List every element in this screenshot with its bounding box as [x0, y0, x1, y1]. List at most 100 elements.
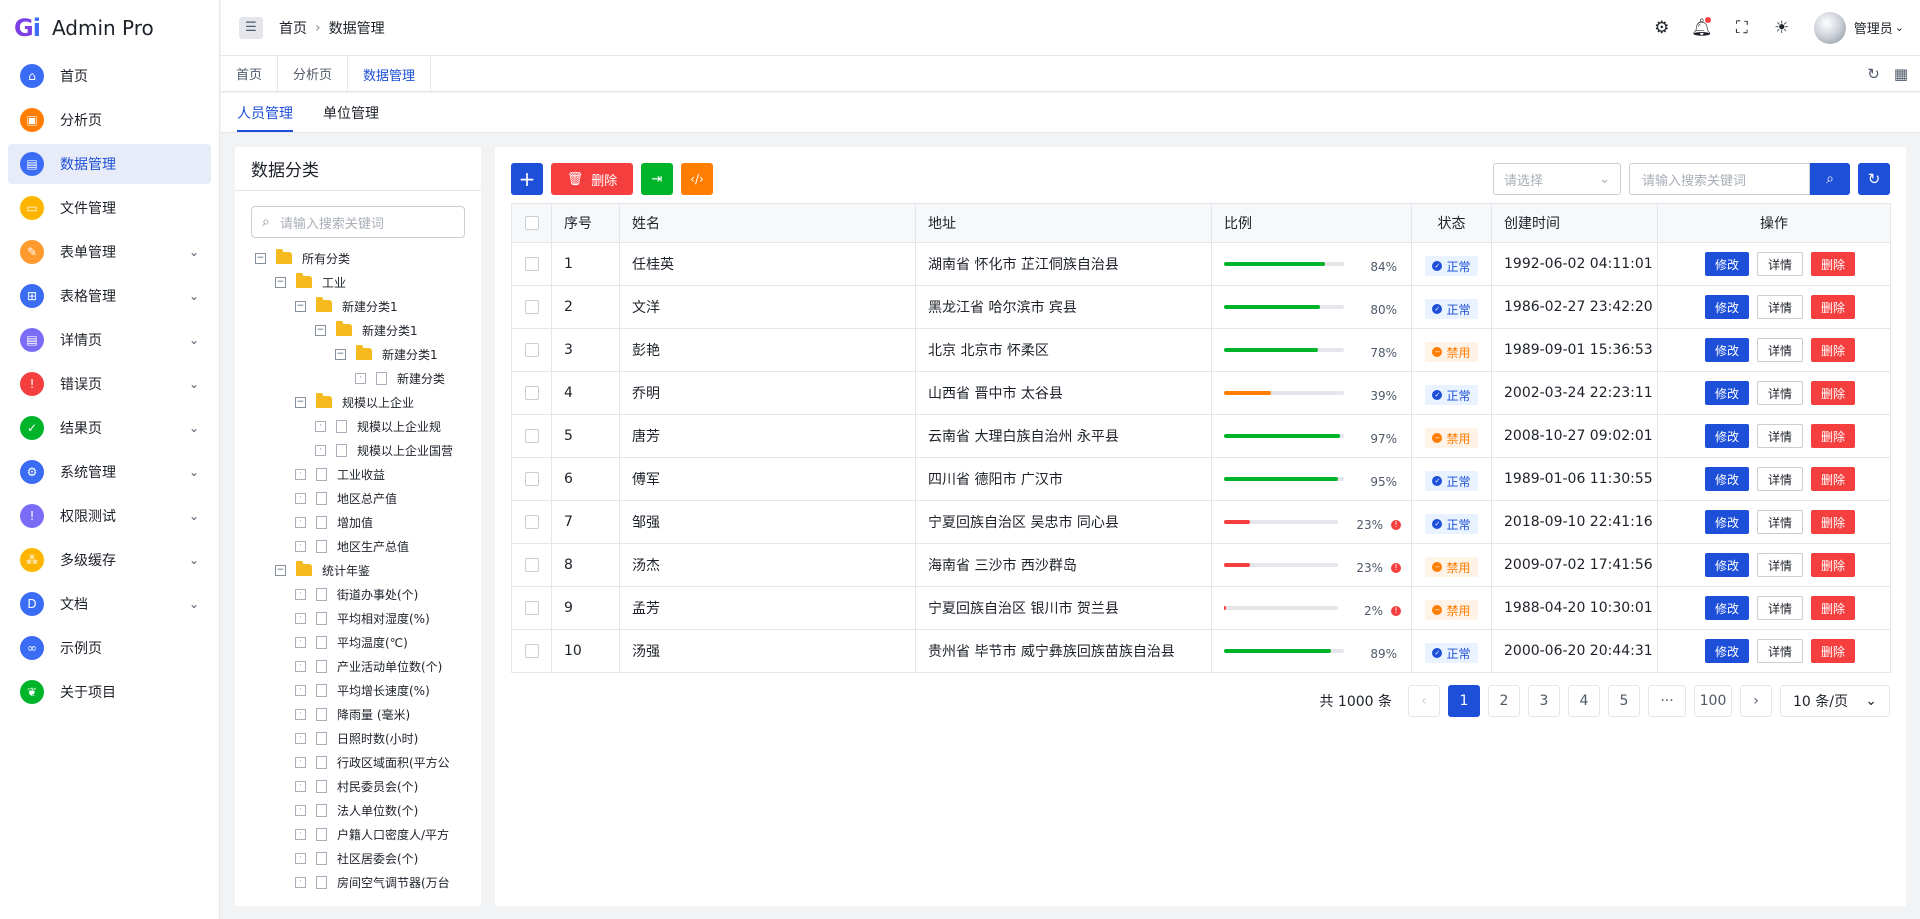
delete-button[interactable]: 删除 [1811, 338, 1855, 362]
page-button[interactable]: 3 [1528, 685, 1560, 717]
code-button[interactable]: ‹/› [681, 163, 713, 195]
collapse-toggle-icon[interactable]: − [335, 349, 346, 360]
export-button[interactable]: ⇥ [641, 163, 673, 195]
detail-button[interactable]: 详情 [1757, 381, 1803, 405]
sidebar-item-1[interactable]: ▣分析页 [8, 100, 211, 140]
page-button[interactable]: 5 [1608, 685, 1640, 717]
edit-button[interactable]: 修改 [1705, 252, 1749, 276]
checkbox[interactable] [525, 343, 539, 357]
detail-button[interactable]: 详情 [1757, 553, 1803, 577]
row-checkbox-cell[interactable] [512, 329, 552, 372]
tree-node[interactable]: ·平均温度(℃) [255, 630, 481, 654]
row-checkbox-cell[interactable] [512, 286, 552, 329]
detail-button[interactable]: 详情 [1757, 252, 1803, 276]
page-button[interactable]: 1 [1448, 685, 1480, 717]
delete-button[interactable]: 删除 [1811, 639, 1855, 663]
page-button[interactable]: 100 [1694, 685, 1732, 717]
app-logo[interactable]: Gi Admin Pro [0, 0, 219, 56]
sidebar-item-5[interactable]: ⊞表格管理⌄ [8, 276, 211, 316]
tree-node[interactable]: ·降雨量 (毫米) [255, 702, 481, 726]
tree-node[interactable]: −规模以上企业 [255, 390, 481, 414]
tree-node[interactable]: ·行政区域面积(平方公 [255, 750, 481, 774]
delete-button[interactable]: 删除 [1811, 381, 1855, 405]
edit-button[interactable]: 修改 [1705, 295, 1749, 319]
avatar[interactable] [1814, 12, 1846, 44]
collapse-toggle-icon[interactable]: − [275, 277, 286, 288]
edit-button[interactable]: 修改 [1705, 639, 1749, 663]
delete-button[interactable]: 删除 [1811, 553, 1855, 577]
checkbox[interactable] [525, 216, 539, 230]
detail-button[interactable]: 详情 [1757, 639, 1803, 663]
checkbox[interactable] [525, 300, 539, 314]
checkbox[interactable] [525, 429, 539, 443]
tree-node[interactable]: −新建分类1 [255, 342, 481, 366]
select-all-checkbox[interactable] [512, 204, 552, 243]
checkbox[interactable] [525, 558, 539, 572]
edit-button[interactable]: 修改 [1705, 381, 1749, 405]
edit-button[interactable]: 修改 [1705, 553, 1749, 577]
theme-toggle-icon[interactable]: ☀ [1762, 18, 1802, 38]
checkbox[interactable] [525, 472, 539, 486]
tree-node[interactable]: ·地区总产值 [255, 486, 481, 510]
collapse-toggle-icon[interactable]: − [295, 397, 306, 408]
delete-button[interactable]: 删除 [1811, 252, 1855, 276]
grid-icon[interactable]: ▦ [1894, 65, 1908, 83]
tree-node[interactable]: ·新建分类 [255, 366, 481, 390]
sidebar-item-11[interactable]: ⁂多级缓存⌄ [8, 540, 211, 580]
sub-tab-0[interactable]: 人员管理 [237, 93, 293, 132]
edit-button[interactable]: 修改 [1705, 424, 1749, 448]
tree-node[interactable]: ·街道办事处(个) [255, 582, 481, 606]
tree-node[interactable]: −所有分类 [255, 246, 481, 270]
row-checkbox-cell[interactable] [512, 630, 552, 673]
page-button[interactable]: 4 [1568, 685, 1600, 717]
detail-button[interactable]: 详情 [1757, 510, 1803, 534]
tree-node[interactable]: ·村民委员会(个) [255, 774, 481, 798]
tree-node[interactable]: ·日照时数(小时) [255, 726, 481, 750]
page-tab-1[interactable]: 分析页 [278, 56, 348, 91]
sidebar-item-4[interactable]: ✎表单管理⌄ [8, 232, 211, 272]
collapse-toggle-icon[interactable]: − [275, 565, 286, 576]
tree-node[interactable]: −统计年鉴 [255, 558, 481, 582]
search-input[interactable]: 请输入搜索关键词 [1629, 163, 1810, 195]
sidebar-item-7[interactable]: !错误页⌄ [8, 364, 211, 404]
tree-node[interactable]: ·平均增长速度(%) [255, 678, 481, 702]
sidebar-item-6[interactable]: ▤详情页⌄ [8, 320, 211, 360]
prev-page-button[interactable]: ‹ [1408, 685, 1440, 717]
tree-node[interactable]: ·房间空气调节器(万台 [255, 870, 481, 894]
checkbox[interactable] [525, 515, 539, 529]
edit-button[interactable]: 修改 [1705, 467, 1749, 491]
delete-button[interactable]: 删除 [1811, 295, 1855, 319]
menu-collapse-icon[interactable]: ☰ [239, 17, 263, 39]
row-checkbox-cell[interactable] [512, 587, 552, 630]
checkbox[interactable] [525, 601, 539, 615]
next-page-button[interactable]: › [1740, 685, 1772, 717]
tree-node[interactable]: ·增加值 [255, 510, 481, 534]
fullscreen-icon[interactable]: ⛶ [1722, 18, 1762, 38]
delete-button[interactable]: 删除 [1811, 596, 1855, 620]
detail-button[interactable]: 详情 [1757, 424, 1803, 448]
edit-button[interactable]: 修改 [1705, 596, 1749, 620]
tree-node[interactable]: −工业 [255, 270, 481, 294]
chevron-down-icon[interactable]: ⌄ [1895, 21, 1904, 34]
detail-button[interactable]: 详情 [1757, 596, 1803, 620]
sidebar-item-14[interactable]: ❦关于项目 [8, 672, 211, 712]
settings-icon[interactable]: ⚙ [1642, 18, 1682, 38]
checkbox[interactable] [525, 644, 539, 658]
row-checkbox-cell[interactable] [512, 372, 552, 415]
row-checkbox-cell[interactable] [512, 544, 552, 587]
tree-node[interactable]: ·户籍人口密度人/平方 [255, 822, 481, 846]
tree-node[interactable]: ·平均相对湿度(%) [255, 606, 481, 630]
row-checkbox-cell[interactable] [512, 415, 552, 458]
sidebar-item-3[interactable]: ▭文件管理 [8, 188, 211, 228]
detail-button[interactable]: 详情 [1757, 295, 1803, 319]
sidebar-item-0[interactable]: ⌂首页 [8, 56, 211, 96]
tree-node[interactable]: ·规模以上企业国营 [255, 438, 481, 462]
detail-button[interactable]: 详情 [1757, 467, 1803, 491]
user-name[interactable]: 管理员 [1854, 18, 1893, 37]
sidebar-item-10[interactable]: !权限测试⌄ [8, 496, 211, 536]
delete-button[interactable]: 删除 [1811, 424, 1855, 448]
row-checkbox-cell[interactable] [512, 458, 552, 501]
row-checkbox-cell[interactable] [512, 501, 552, 544]
filter-select[interactable]: 请选择 ⌄ [1493, 163, 1621, 195]
tree-node[interactable]: −新建分类1 [255, 294, 481, 318]
